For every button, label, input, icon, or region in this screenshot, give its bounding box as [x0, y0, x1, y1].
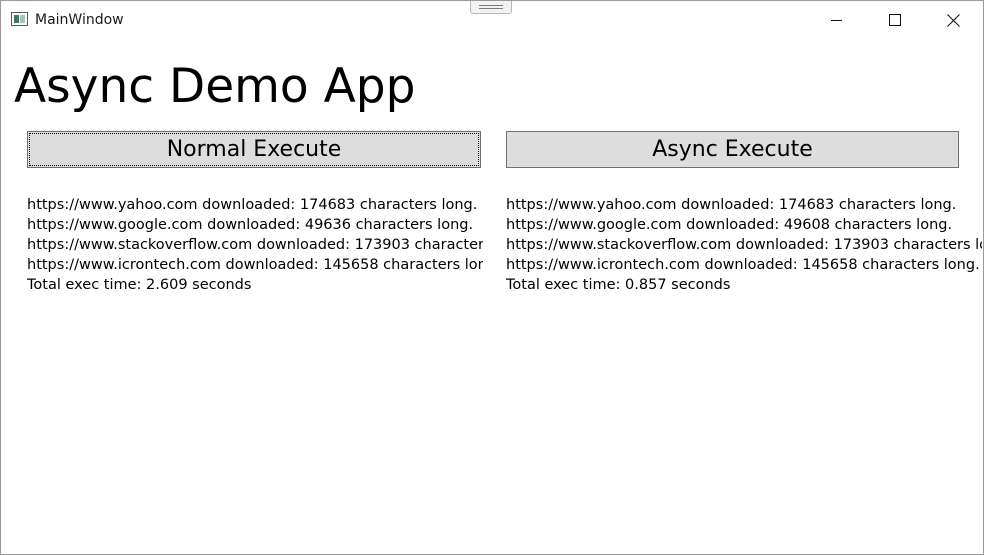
- minimize-button[interactable]: [808, 1, 866, 39]
- normal-output-text: https://www.yahoo.com downloaded: 174683…: [27, 195, 483, 295]
- output-line: https://www.icrontech.com downloaded: 14…: [27, 257, 483, 273]
- window-title: MainWindow: [35, 12, 124, 28]
- output-line: Total exec time: 2.609 seconds: [27, 277, 252, 293]
- output-line: https://www.yahoo.com downloaded: 174683…: [27, 197, 478, 213]
- main-window: MainWindow Async Demo App Normal Execute…: [0, 0, 984, 555]
- close-icon: [946, 13, 960, 27]
- maximize-button[interactable]: [866, 1, 924, 39]
- output-line: https://www.icrontech.com downloaded: 14…: [506, 257, 980, 273]
- app-icon[interactable]: [11, 12, 28, 26]
- output-line: https://www.google.com downloaded: 49636…: [27, 217, 474, 233]
- async-execute-button[interactable]: Async Execute: [506, 131, 959, 168]
- output-line: https://www.yahoo.com downloaded: 174683…: [506, 197, 957, 213]
- page-title: Async Demo App: [14, 59, 416, 114]
- output-line: Total exec time: 0.857 seconds: [506, 277, 731, 293]
- close-button[interactable]: [924, 1, 982, 39]
- snap-grip-icon[interactable]: [470, 1, 512, 14]
- output-line: https://www.stackoverflow.com downloaded…: [506, 237, 982, 253]
- output-line: https://www.stackoverflow.com downloaded…: [27, 237, 483, 253]
- title-bar[interactable]: MainWindow: [1, 1, 983, 39]
- output-line: https://www.google.com downloaded: 49608…: [506, 217, 953, 233]
- minimize-icon: [831, 20, 842, 21]
- normal-execute-button[interactable]: Normal Execute: [27, 131, 481, 168]
- async-output-text: https://www.yahoo.com downloaded: 174683…: [506, 195, 982, 295]
- maximize-icon: [889, 14, 901, 26]
